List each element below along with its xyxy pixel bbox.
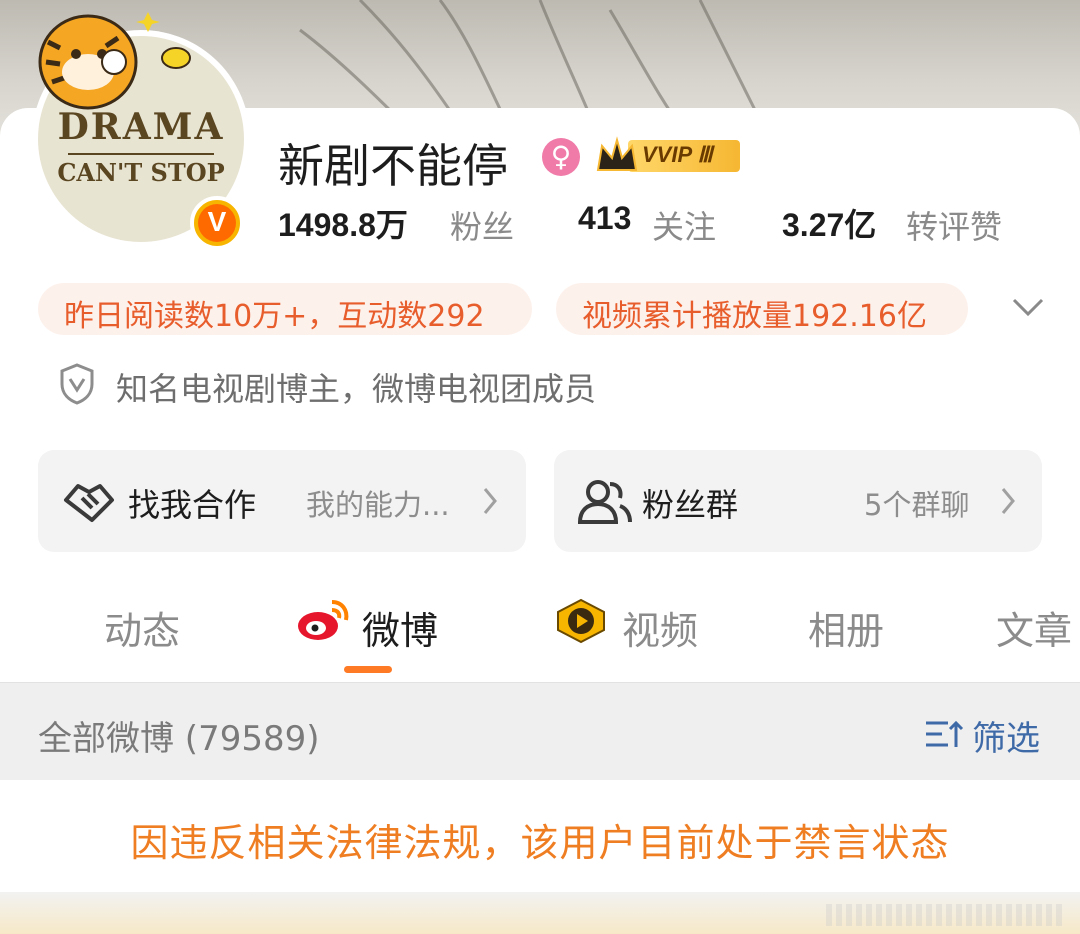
chevron-down-icon[interactable] [1008,292,1048,324]
video-stats-pill[interactable]: 视频累计播放量192.16亿 [556,283,968,335]
watermark [826,904,1066,926]
weibo-logo-icon [298,600,349,640]
certification-text: 知名电视剧博主，微博电视团成员 [116,370,597,408]
feed-filter-bar: 全部微博 (79589) 筛选 [0,682,1080,781]
filter-icon[interactable] [924,719,966,749]
fan-group-sub: 5个群聊 [864,488,970,522]
follow-label[interactable]: 关注 [652,202,716,248]
cooperate-button[interactable]: 找我合作 我的能力... [38,450,526,552]
fan-group-label: 粉丝群 [642,486,739,524]
likes-label: 转评赞 [906,208,1003,246]
vip-label: VVIP Ⅲ [642,142,713,167]
fans-label[interactable]: 粉丝 [450,202,514,248]
avatar-divider [68,153,214,155]
likes-count: 3.27亿 [782,207,877,243]
tab-video[interactable]: 视频 [622,600,698,655]
group-users-icon [577,480,632,524]
active-tab-indicator [344,666,392,673]
cooperate-label: 找我合作 [128,486,257,524]
shield-v-icon [60,363,94,405]
avatar-subtitle: CAN'T STOP [57,158,225,187]
tab-dynamic[interactable]: 动态 [104,600,180,655]
fan-group-button[interactable]: 粉丝群 5个群聊 [554,450,1042,552]
video-stats-text: 视频累计播放量192.16亿 [582,299,927,334]
profile-name: 新剧不能停 [278,139,508,193]
banned-notice: 因违反相关法律法规，该用户目前处于禁言状态 [0,780,1080,892]
all-weibo-count[interactable]: 全部微博 (79589) [38,711,320,760]
handshake-icon [64,484,114,522]
tiger-sticker-icon [38,12,191,110]
tab-weibo[interactable]: 微博 [362,600,438,655]
gender-female-icon: ♀ [542,138,580,176]
tab-article[interactable]: 文章 [996,600,1072,655]
banned-notice-text: 因违反相关法律法规，该用户目前处于禁言状态 [130,821,950,865]
verified-badge: V [190,196,244,250]
video-channel-icon [557,598,605,644]
vip-badge[interactable]: VVIP Ⅲ [594,136,750,176]
chevron-right-icon [1001,488,1015,514]
fans-count[interactable]: 1498.8万 [278,200,408,246]
read-stats-text: 昨日阅读数10万+，互动数292 [64,299,485,334]
follow-count[interactable]: 413 [578,200,631,237]
crown-icon [596,136,638,171]
tab-album[interactable]: 相册 [808,600,884,655]
verified-v: V [207,206,227,237]
read-stats-pill[interactable]: 昨日阅读数10万+，互动数292 [38,283,532,335]
filter-button[interactable]: 筛选 [972,711,1040,760]
chevron-right-icon [483,488,497,514]
cooperate-sub: 我的能力... [306,488,450,522]
